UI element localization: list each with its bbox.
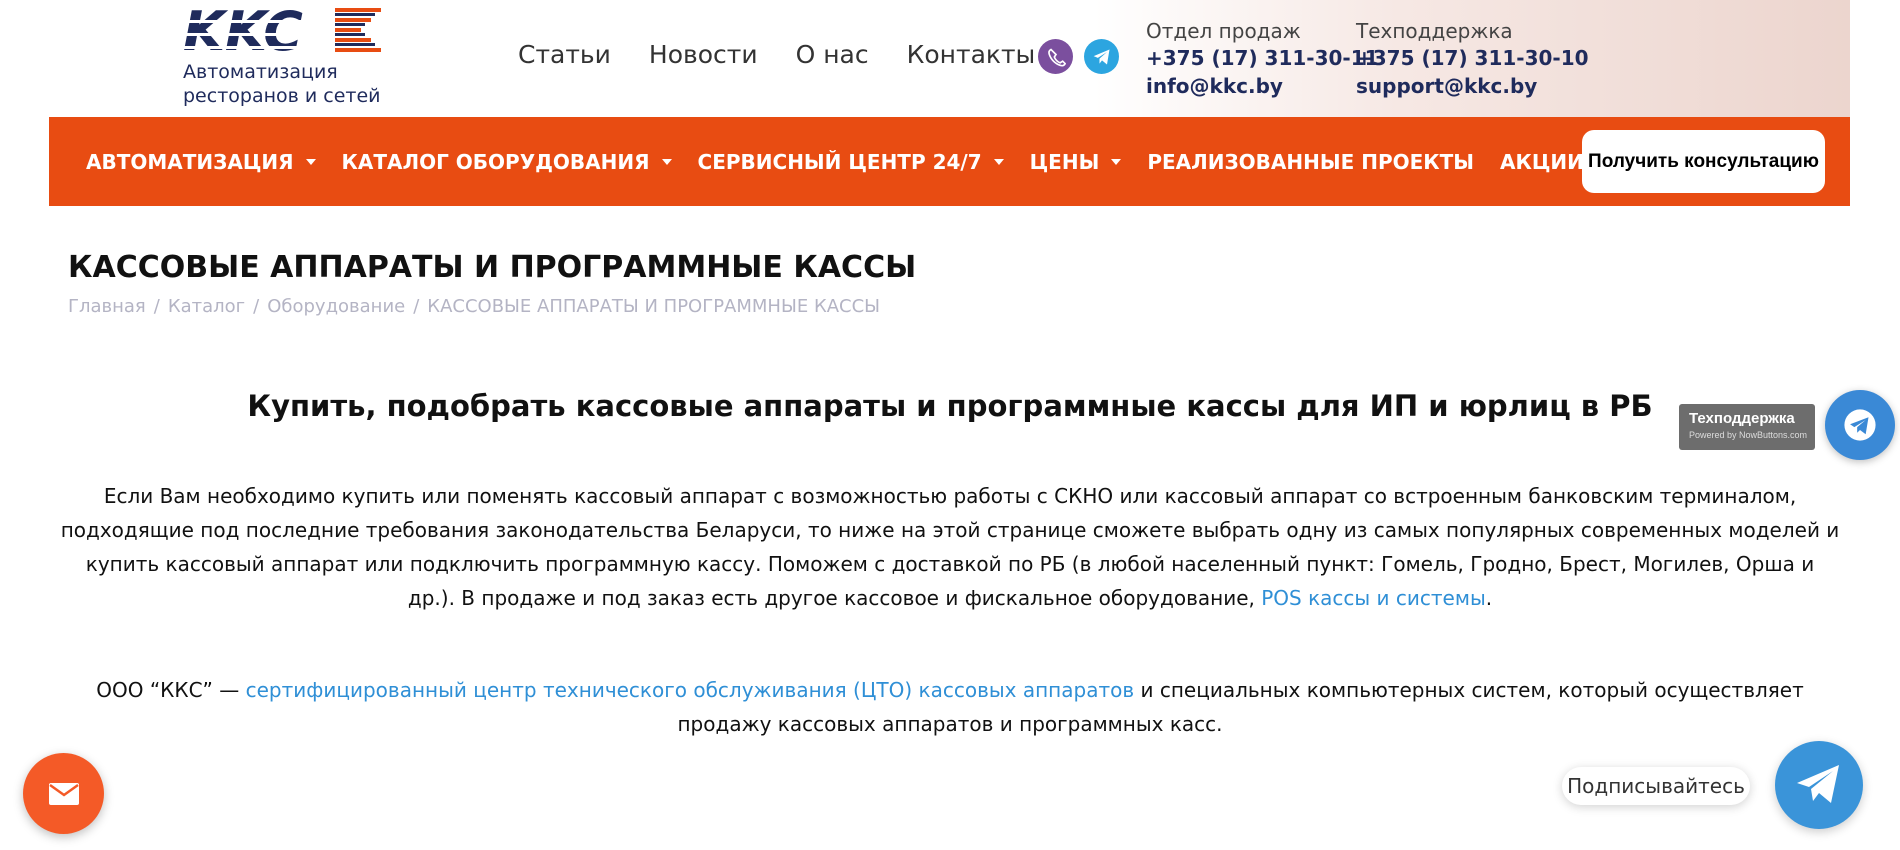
chevron-down-icon bbox=[1111, 158, 1122, 165]
telegram-subscribe-button[interactable] bbox=[1775, 741, 1863, 829]
breadcrumb-equipment[interactable]: Оборудование bbox=[267, 296, 405, 317]
tech-support-telegram-button[interactable] bbox=[1825, 390, 1895, 460]
telegram-icon bbox=[1797, 765, 1839, 803]
page-title: КАССОВЫЕ АППАРАТЫ И ПРОГРАММНЫЕ КАССЫ bbox=[68, 250, 917, 285]
nav-label: АКЦИИ bbox=[1500, 149, 1584, 174]
support-contact: Техподдержка +375 (17) 311-30-10 support… bbox=[1356, 18, 1589, 100]
nav-label: ЦЕНЫ bbox=[1029, 149, 1100, 174]
chevron-down-icon bbox=[993, 158, 1004, 165]
logo-tagline: Автоматизация ресторанов и сетей bbox=[183, 61, 381, 107]
nav-prices[interactable]: ЦЕНЫ bbox=[1030, 150, 1122, 174]
top-nav-contacts[interactable]: Контакты bbox=[907, 40, 1036, 69]
intro-paragraph: Если Вам необходимо купить или поменять … bbox=[60, 479, 1840, 615]
nav-catalog[interactable]: КАТАЛОГ ОБОРУДОВАНИЯ bbox=[342, 150, 672, 174]
tech-badge-title: Техподдержка bbox=[1689, 410, 1795, 427]
nav-label: АВТОМАТИЗАЦИЯ bbox=[86, 149, 294, 174]
nav-label: КАТАЛОГ ОБОРУДОВАНИЯ bbox=[341, 149, 650, 174]
top-nav-news[interactable]: Новости bbox=[649, 40, 758, 69]
breadcrumb-separator: / bbox=[253, 296, 260, 317]
company-text-start: ООО “ККС” — bbox=[96, 678, 246, 702]
support-title: Техподдержка bbox=[1356, 19, 1513, 43]
breadcrumb-separator: / bbox=[153, 296, 160, 317]
nav-label: РЕАЛИЗОВАННЫЕ ПРОЕКТЫ bbox=[1147, 149, 1474, 174]
breadcrumb-separator: / bbox=[413, 296, 420, 317]
telegram-icon bbox=[1844, 409, 1876, 441]
nav-projects[interactable]: РЕАЛИЗОВАННЫЕ ПРОЕКТЫ bbox=[1147, 150, 1474, 174]
mail-button[interactable] bbox=[23, 753, 104, 834]
envelope-icon bbox=[48, 782, 79, 805]
main-nav: АВТОМАТИЗАЦИЯ КАТАЛОГ ОБОРУДОВАНИЯ СЕРВИ… bbox=[49, 117, 1850, 206]
nav-promotions[interactable]: АКЦИИ bbox=[1500, 150, 1584, 174]
intro-end: . bbox=[1485, 586, 1493, 610]
support-email[interactable]: support@kkc.by bbox=[1356, 72, 1589, 100]
sales-contact: Отдел продаж +375 (17) 311-30-11 info@kk… bbox=[1146, 18, 1379, 100]
breadcrumb-catalog[interactable]: Каталог bbox=[168, 296, 245, 317]
tech-badge-sub: Powered by NowButtons.com bbox=[1689, 430, 1808, 440]
breadcrumb-current: КАССОВЫЕ АППАРАТЫ И ПРОГРАММНЫЕ КАССЫ bbox=[427, 296, 881, 317]
breadcrumb: Главная / Каталог / Оборудование / КАССО… bbox=[68, 296, 880, 317]
nav-automation[interactable]: АВТОМАТИЗАЦИЯ bbox=[86, 150, 316, 174]
pos-systems-link[interactable]: POS кассы и системы bbox=[1261, 586, 1486, 610]
chevron-down-icon bbox=[661, 158, 672, 165]
section-heading: Купить, подобрать кассовые аппараты и пр… bbox=[247, 389, 1653, 423]
cto-link[interactable]: сертифицированный центр технического обс… bbox=[246, 678, 1135, 702]
subscribe-label[interactable]: Подписывайтесь bbox=[1562, 767, 1750, 805]
kkc-logo[interactable]: KKC bbox=[183, 6, 383, 56]
top-nav: Статьи Новости О нас Контакты bbox=[518, 40, 1035, 69]
viber-icon[interactable] bbox=[1038, 39, 1073, 74]
nav-service-center[interactable]: СЕРВИСНЫЙ ЦЕНТР 24/7 bbox=[698, 150, 1004, 174]
company-paragraph: ООО “ККС” — сертифицированный центр техн… bbox=[60, 673, 1840, 741]
sales-title: Отдел продаж bbox=[1146, 19, 1301, 43]
support-phone[interactable]: +375 (17) 311-30-10 bbox=[1356, 44, 1589, 72]
sales-email[interactable]: info@kkc.by bbox=[1146, 72, 1379, 100]
breadcrumb-home[interactable]: Главная bbox=[68, 296, 146, 317]
chevron-down-icon bbox=[305, 158, 316, 165]
top-nav-about[interactable]: О нас bbox=[796, 40, 869, 69]
top-nav-articles[interactable]: Статьи bbox=[518, 40, 611, 69]
get-consultation-button[interactable]: Получить консультацию bbox=[1582, 130, 1825, 193]
tech-support-badge[interactable]: Техподдержка Powered by NowButtons.com bbox=[1679, 404, 1815, 450]
nav-label: СЕРВИСНЫЙ ЦЕНТР 24/7 bbox=[697, 149, 982, 174]
intro-text: Если Вам необходимо купить или поменять … bbox=[60, 484, 1840, 610]
telegram-icon[interactable] bbox=[1084, 39, 1119, 74]
sales-phone[interactable]: +375 (17) 311-30-11 bbox=[1146, 44, 1379, 72]
